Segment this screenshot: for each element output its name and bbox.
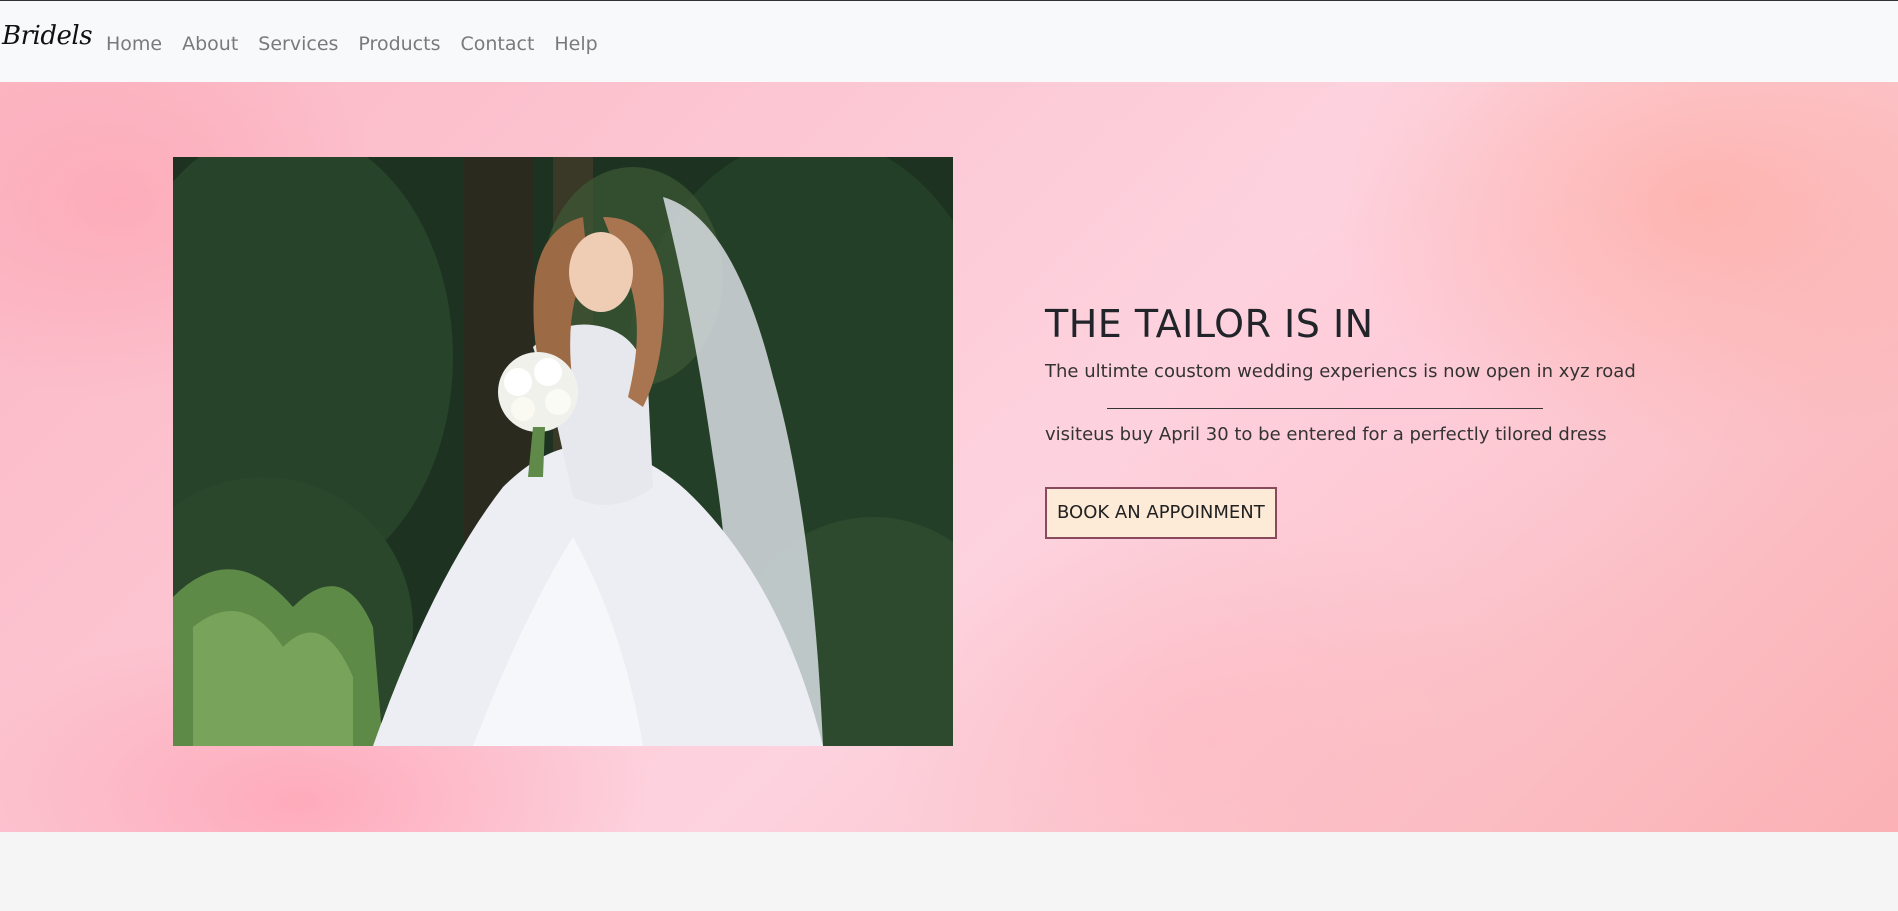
nav-item-home[interactable]: Home — [106, 32, 162, 56]
nav-item-help[interactable]: Help — [554, 32, 597, 56]
nav-item-contact[interactable]: Contact — [460, 32, 534, 56]
hero-content: THE TAILOR IS IN The ultimte coustom wed… — [1045, 302, 1665, 539]
top-navbar: Bridels Home About Services Products Con… — [0, 0, 1898, 82]
nav-item-about[interactable]: About — [182, 32, 238, 56]
hero-description: The ultimte coustom wedding experiencs i… — [1045, 361, 1636, 382]
nav-item-products[interactable]: Products — [358, 32, 440, 56]
book-appointment-button[interactable]: BOOK AN APPOINMENT — [1045, 487, 1277, 539]
hero-title: THE TAILOR IS IN — [1045, 302, 1374, 346]
nav-menu: Home About Services Products Contact Hel… — [106, 32, 598, 56]
page-bottom-area — [0, 832, 1898, 911]
nav-item-services[interactable]: Services — [258, 32, 338, 56]
bride-photo — [173, 157, 953, 746]
hero-promo-text: visiteus buy April 30 to be entered for … — [1045, 424, 1607, 445]
hero-section: THE TAILOR IS IN The ultimte coustom wed… — [0, 82, 1898, 832]
brand-logo[interactable]: Bridels — [2, 21, 93, 51]
hero-divider — [1107, 408, 1543, 409]
